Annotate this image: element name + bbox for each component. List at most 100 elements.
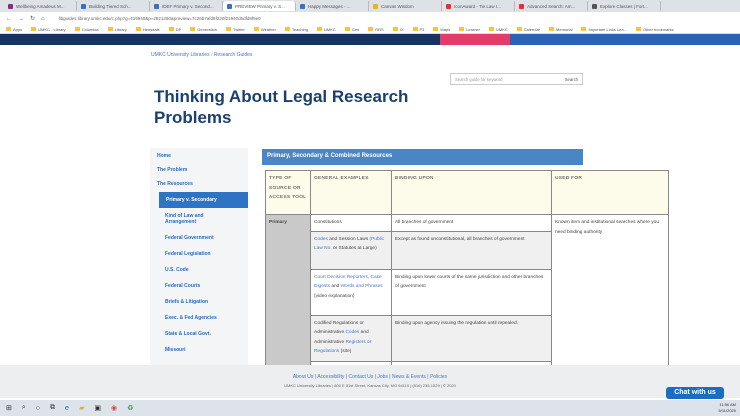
bookmark-item[interactable]: DP <box>168 27 181 32</box>
browser-tab[interactable]: IDEF Primary v. Second... <box>150 1 223 11</box>
example-link[interactable]: Words and Phrases <box>341 284 383 289</box>
sidebar-item[interactable]: Missouri <box>165 347 186 353</box>
sidebar-item[interactable]: Kind of Law and Arrangement <box>165 213 225 225</box>
bookmark-item[interactable]: Twitter <box>226 27 245 32</box>
footer-link[interactable]: Jobs <box>377 374 388 380</box>
footer-link[interactable]: News & Events <box>392 374 426 380</box>
sidebar-item[interactable]: Federal Government <box>165 235 214 241</box>
examples-cell: Constitutions <box>310 214 392 232</box>
url-field[interactable]: libguides.library.umkc.edu/c.php?g=41994… <box>59 16 261 21</box>
sidebar-item[interactable]: Federal Courts <box>165 283 200 289</box>
search-button[interactable]: Search <box>565 77 578 82</box>
bookmark-label: Gen <box>351 26 360 32</box>
bookmark-item[interactable]: Teaching <box>284 27 308 32</box>
bookmark-item[interactable]: UMKC <box>489 27 508 32</box>
folder-icon <box>74 27 80 32</box>
browser-tab[interactable]: Building Tiered Sch... <box>77 1 150 11</box>
sidebar-item[interactable]: Briefs & Litigation <box>165 299 208 305</box>
sidebar-item[interactable]: Home <box>157 153 171 159</box>
folder-icon <box>31 27 37 32</box>
browser-tab[interactable]: Explore Classes | Fort... <box>588 1 661 11</box>
search-input[interactable]: Search guide for keyword <box>455 77 502 82</box>
browser-tab[interactable]: IconAward - Tie Law I... <box>442 1 515 11</box>
sidebar-item[interactable]: Primary v. Secondary <box>159 192 248 208</box>
folder-icon <box>516 27 522 32</box>
chat-button[interactable]: Chat with us <box>666 387 724 399</box>
example-text: (video explanation) <box>314 293 355 299</box>
tab-favicon-icon <box>81 3 86 9</box>
bookmark-item[interactable]: RRS <box>368 27 384 32</box>
address-bar: ← → ↻ ⌂ libguides.library.umkc.edu/c.php… <box>0 12 740 25</box>
chrome-icon[interactable]: ◉ <box>111 404 117 412</box>
bookmark-item[interactable]: Columbia <box>74 26 99 32</box>
bookmark-label: Twitter <box>233 26 245 32</box>
bookmark-item[interactable]: IX <box>392 27 404 32</box>
breadcrumb-libraries[interactable]: UMKC University Libraries <box>151 52 210 58</box>
tab-label: IconAward - Tie Law I... <box>454 3 501 9</box>
examples-cell: Codified Regulations or Administrative C… <box>310 314 392 362</box>
back-icon[interactable]: ← <box>6 16 12 22</box>
footer-link[interactable]: Accessibility <box>317 374 344 380</box>
sidebar-item[interactable]: Federal Legislation <box>165 251 211 257</box>
bookmark-item[interactable]: Weather <box>253 27 276 32</box>
browser-tab[interactable]: Wellbeing Amadeus M... <box>4 1 77 11</box>
folder-icon <box>253 27 259 32</box>
task-view-icon[interactable]: ⧉ <box>50 404 55 412</box>
bookmark-item[interactable]: Gen <box>344 26 360 32</box>
browser-tab[interactable]: PREVIEW Primary v. S... <box>223 1 296 11</box>
browser-tab[interactable]: Happy Messages - ... <box>296 1 369 11</box>
bookmark-item[interactable]: Library <box>107 26 127 32</box>
example-link[interactable]: Codes <box>345 330 359 335</box>
bookmark-label: Columbia <box>81 26 99 32</box>
folder-icon <box>392 27 398 32</box>
folder-icon <box>284 27 290 32</box>
file-explorer-icon[interactable]: ▰ <box>79 404 84 412</box>
bookmark-label: Library <box>114 26 127 32</box>
sidebar-item[interactable]: The Problem <box>157 167 187 173</box>
edge-icon[interactable]: e <box>65 405 69 412</box>
tab-favicon-icon <box>446 3 451 9</box>
footer-link[interactable]: About Us <box>293 374 314 380</box>
sidebar-item[interactable]: U.S. Code <box>165 267 189 273</box>
browser-tab[interactable]: Canvas Wisdom <box>369 1 442 11</box>
bookmark-item[interactable]: Memorial <box>549 27 572 32</box>
forward-icon[interactable]: → <box>18 16 24 22</box>
windows-start-icon[interactable]: ⊞ <box>6 404 12 412</box>
bookmark-item[interactable]: Hensdale <box>135 27 160 32</box>
reload-icon[interactable]: ↻ <box>30 15 35 22</box>
bookmark-item[interactable]: Maps <box>433 27 450 32</box>
sidebar-item[interactable]: Exec. & Fed Agencies <box>165 315 217 321</box>
bookmark-item[interactable]: UMKC <box>316 27 336 32</box>
bookmark-item[interactable]: Learner <box>459 27 480 32</box>
page-title: Thinking About Legal Research Problems <box>154 87 409 127</box>
cortana-icon[interactable]: ○ <box>36 405 40 412</box>
sidebar-item[interactable]: State & Local Govt. <box>165 331 211 337</box>
bookmark-item[interactable]: UMKC - Library <box>31 27 66 32</box>
bookmark-item[interactable]: Apps <box>6 27 22 32</box>
bookmark-item[interactable]: Generation <box>190 27 217 32</box>
example-text: and <box>330 284 341 289</box>
example-link[interactable]: Court Decision Reporters <box>314 275 368 280</box>
tab-favicon-icon <box>373 3 378 9</box>
bookmark-item[interactable]: Other bookmarks <box>635 26 674 32</box>
breadcrumb-research-guides[interactable]: Research Guides <box>214 52 253 58</box>
bookmark-item[interactable]: P3 <box>412 27 424 32</box>
sidebar-item[interactable]: The Resources <box>157 181 193 187</box>
bookmark-item[interactable]: Calendar <box>516 27 540 32</box>
home-icon[interactable]: ⌂ <box>41 16 45 22</box>
header-examples: GENERAL EXAMPLES <box>310 170 392 215</box>
footer-link[interactable]: Contact Us <box>349 374 374 380</box>
bookmark-item[interactable]: Important Links Lea... <box>581 26 627 32</box>
footer-link[interactable]: Policies <box>430 374 447 380</box>
examples-cell: Codes and Session Laws (Public Law No. o… <box>310 230 392 270</box>
clock-date: 5/11/2020 <box>718 408 737 413</box>
bookmark-label: Important Links Lea... <box>588 26 627 32</box>
section-title: Primary, Secondary & Combined Resources <box>262 149 583 165</box>
store-icon[interactable]: ▣ <box>94 404 101 412</box>
example-link[interactable]: Codes <box>314 237 328 242</box>
search-icon[interactable]: ⌕ <box>22 404 26 412</box>
bookmark-label: Other bookmarks <box>642 26 674 32</box>
bookmark-label: Memorial <box>556 26 573 32</box>
browser-tab[interactable]: Advanced Search: Am... <box>515 1 588 11</box>
app-icon[interactable]: ♻ <box>127 404 133 412</box>
